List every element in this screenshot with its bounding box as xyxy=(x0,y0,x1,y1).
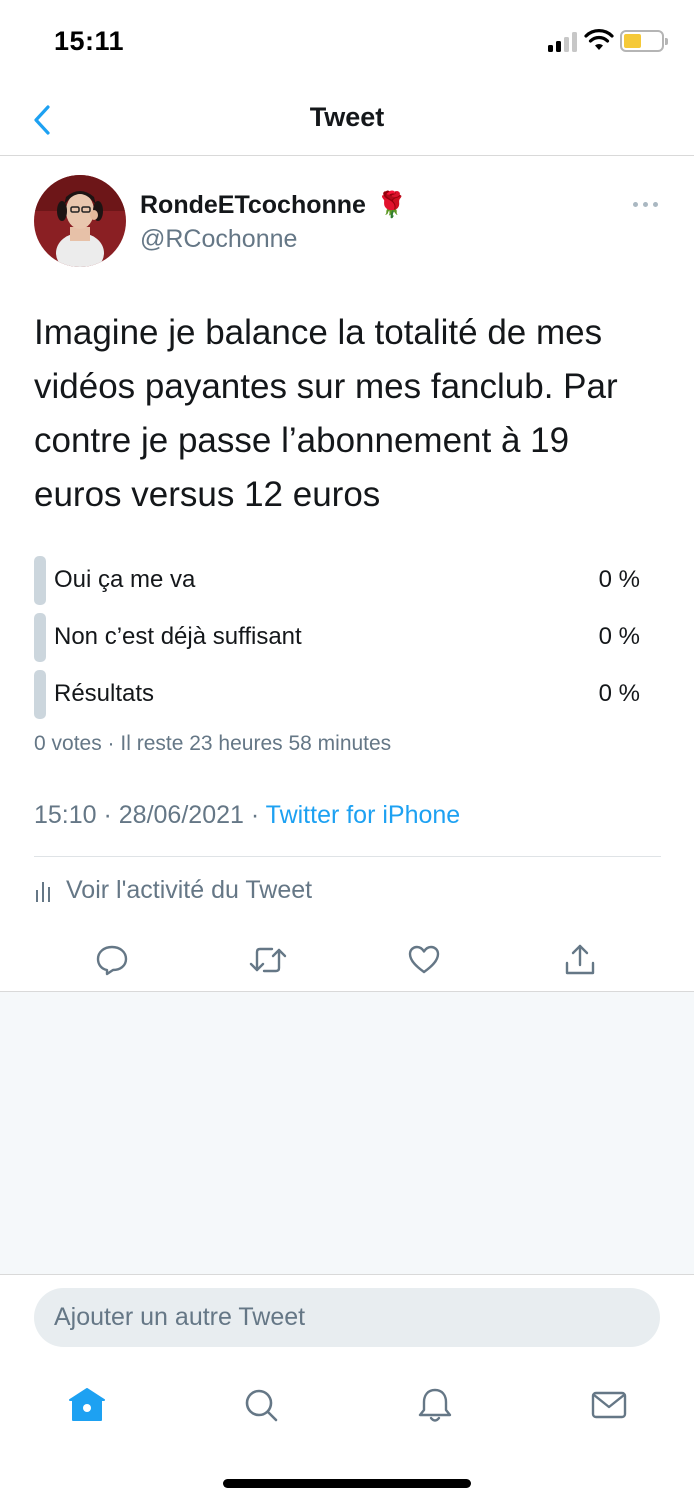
home-indicator xyxy=(223,1479,471,1488)
compose-placeholder: Ajouter un autre Tweet xyxy=(54,1303,306,1331)
poll-bar xyxy=(34,613,46,662)
poll-bar xyxy=(34,670,46,719)
poll-bar xyxy=(34,556,46,605)
retweet-button[interactable] xyxy=(246,938,290,982)
rose-emoji: 🌹 xyxy=(375,190,408,219)
tab-home[interactable] xyxy=(62,1380,112,1430)
tab-notifications[interactable] xyxy=(410,1380,460,1430)
more-options-button[interactable] xyxy=(628,196,662,212)
tweet-actions xyxy=(0,930,694,990)
tweet-text: Imagine je balance la totalité de mes vi… xyxy=(34,313,618,514)
poll-option-percent: 0 % xyxy=(598,566,640,593)
tweet-activity-link[interactable]: Voir l'activité du Tweet xyxy=(34,876,312,905)
retweet-icon xyxy=(249,947,287,973)
page-title: Tweet xyxy=(309,102,385,132)
empty-replies-area xyxy=(0,991,694,1275)
like-button[interactable] xyxy=(402,938,446,982)
tab-search[interactable] xyxy=(236,1380,286,1430)
status-time: 15:11 xyxy=(54,26,125,56)
wifi-icon xyxy=(584,28,614,52)
tweet-timestamp: 15:10 · 28/06/2021 · Twitter for iPhone xyxy=(34,801,460,830)
search-icon xyxy=(245,1389,278,1422)
user-handle[interactable]: @RCochonne xyxy=(140,225,297,254)
poll: Oui ça me va 0 % Non c’est déjà suffisan… xyxy=(34,555,640,726)
poll-option-label: Résultats xyxy=(54,680,155,707)
source-link[interactable]: Twitter for iPhone xyxy=(266,801,461,829)
signal-icon xyxy=(548,32,578,52)
mail-icon xyxy=(591,1391,627,1419)
more-horizontal-icon xyxy=(632,201,658,207)
poll-option-label: Non c’est déjà suffisant xyxy=(54,623,302,650)
heart-icon xyxy=(408,945,440,974)
status-bar: 15:11 xyxy=(0,0,694,84)
tweet-activity-label: Voir l'activité du Tweet xyxy=(66,876,313,904)
display-name[interactable]: RondeETcochonne 🌹 xyxy=(140,190,407,220)
divider xyxy=(34,856,661,857)
tab-messages[interactable] xyxy=(584,1380,634,1430)
share-icon xyxy=(565,944,595,975)
poll-option-percent: 0 % xyxy=(598,623,640,650)
poll-meta: 0 votes · Il reste 23 heures 58 minutes xyxy=(34,732,392,755)
bar-chart-icon xyxy=(36,881,50,902)
reply-compose-input[interactable]: Ajouter un autre Tweet xyxy=(34,1288,660,1347)
battery-icon xyxy=(620,30,668,52)
timestamp-text: 15:10 · 28/06/2021 · xyxy=(34,801,266,829)
poll-option-label: Oui ça me va xyxy=(54,566,196,593)
display-name-text: RondeETcochonne xyxy=(140,190,366,219)
poll-option: Résultats 0 % xyxy=(34,669,640,726)
avatar[interactable] xyxy=(34,175,126,267)
nav-bar: Tweet xyxy=(0,84,694,156)
poll-option-percent: 0 % xyxy=(598,680,640,707)
poll-option: Oui ça me va 0 % xyxy=(34,555,640,612)
bell-icon xyxy=(418,1388,452,1422)
reply-button[interactable] xyxy=(90,938,134,982)
poll-option: Non c’est déjà suffisant 0 % xyxy=(34,612,640,669)
home-icon xyxy=(69,1388,105,1421)
reply-icon xyxy=(96,945,128,976)
tab-bar xyxy=(0,1370,694,1440)
share-button[interactable] xyxy=(558,938,602,982)
